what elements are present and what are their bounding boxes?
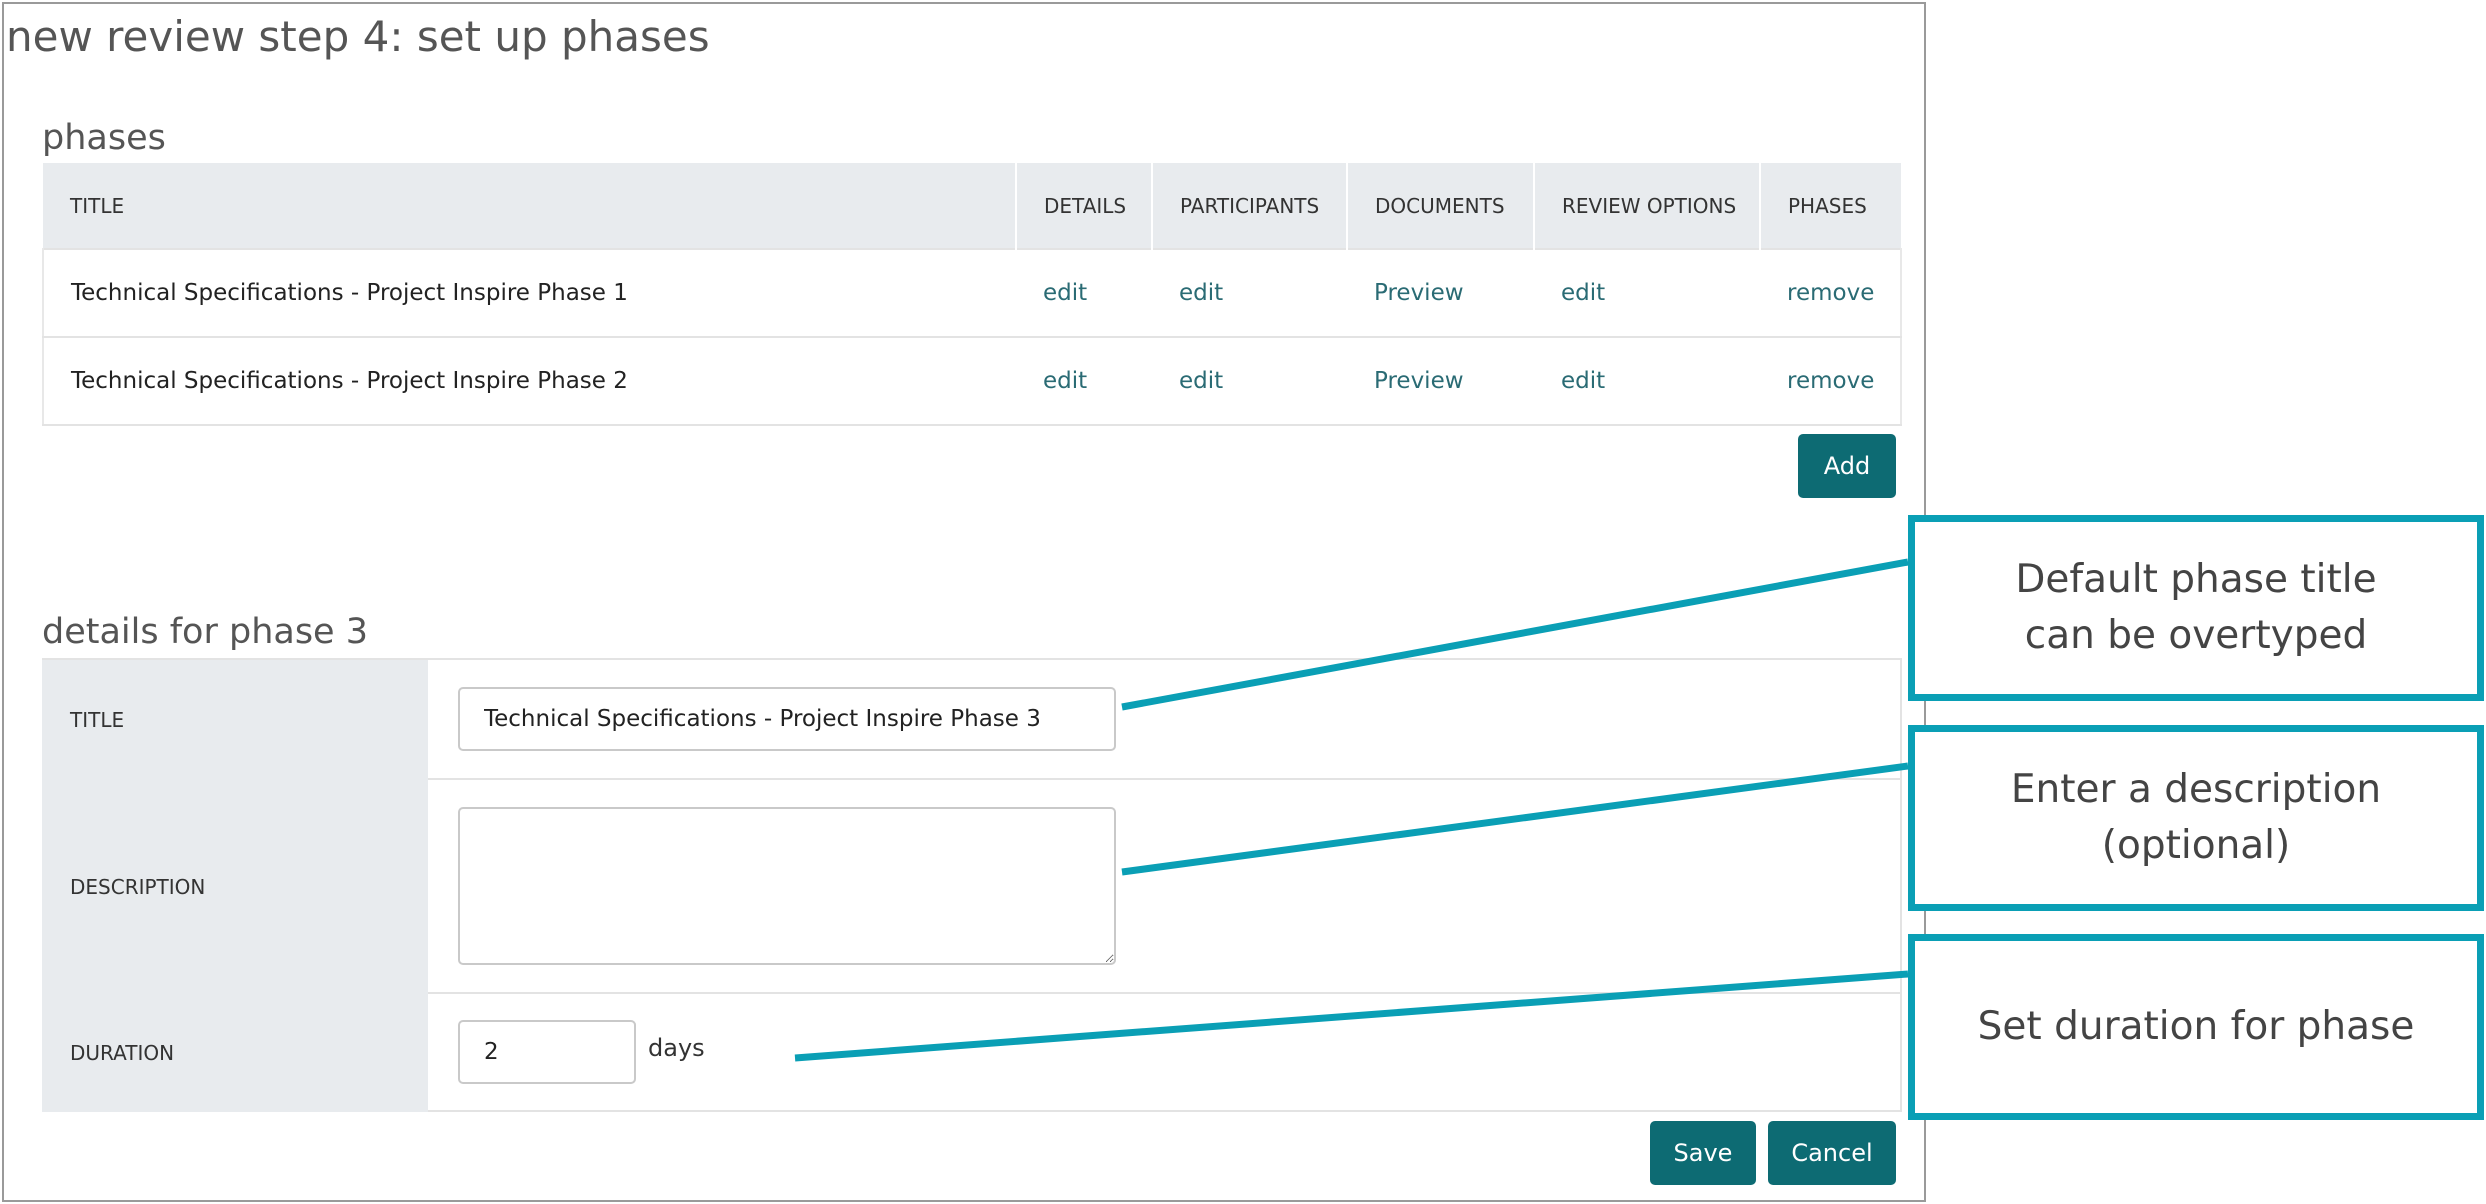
title-callout-leader — [1121, 558, 1909, 711]
description-callout-leader — [1121, 762, 1909, 876]
duration-callout: Set duration for phase — [1908, 934, 2484, 1120]
title-callout: Default phase title can be overtyped — [1908, 515, 2484, 701]
description-callout: Enter a description (optional) — [1908, 725, 2484, 911]
duration-callout-leader — [794, 970, 1909, 1062]
